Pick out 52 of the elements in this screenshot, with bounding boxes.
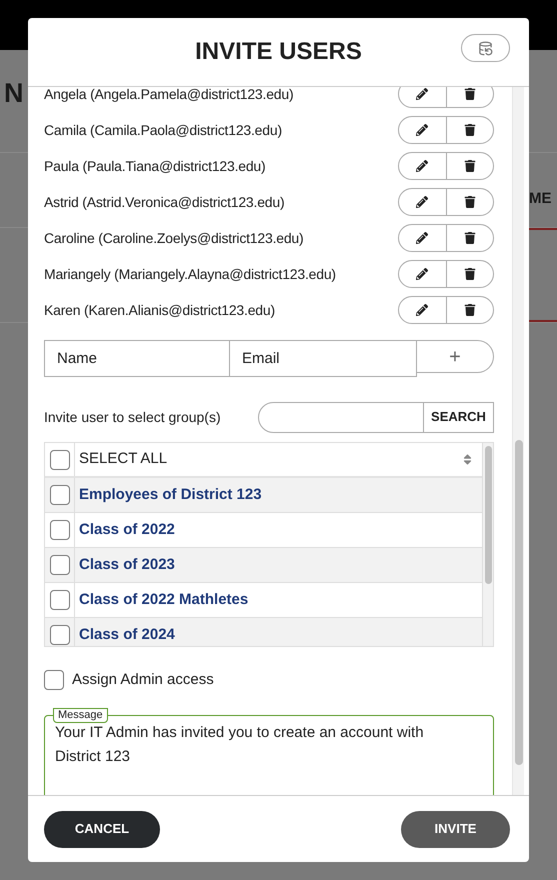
group-name[interactable]: Class of 2022 Mathletes bbox=[79, 588, 248, 612]
database-refresh-icon bbox=[478, 40, 493, 56]
admin-access-checkbox[interactable] bbox=[44, 670, 64, 690]
pencil-icon bbox=[416, 232, 428, 244]
pencil-icon bbox=[416, 88, 428, 100]
invitee-label: Mariangely (Mariangely.Alayna@district123.edu) bbox=[44, 264, 336, 284]
trash-icon bbox=[464, 232, 476, 244]
group-checkbox[interactable] bbox=[50, 590, 70, 610]
invitee-label: Angela (Angela.Pamela@district123.edu) bbox=[44, 87, 294, 104]
trash-icon bbox=[464, 88, 476, 100]
group-checkbox[interactable] bbox=[50, 485, 70, 505]
trash-icon bbox=[464, 160, 476, 172]
column-header-fragment: ME bbox=[529, 191, 552, 206]
invite-button[interactable]: INVITE bbox=[401, 810, 510, 848]
pencil-icon bbox=[416, 304, 428, 316]
trash-icon bbox=[464, 124, 476, 136]
invitee-label: Karen (Karen.Alianis@district123.edu) bbox=[44, 300, 275, 320]
name-field[interactable]: Name bbox=[44, 340, 230, 377]
group-name[interactable]: Class of 2024 bbox=[79, 624, 175, 646]
group-name[interactable]: Class of 2022 bbox=[79, 518, 175, 542]
cancel-button[interactable]: CANCEL bbox=[44, 810, 160, 848]
group-search-field[interactable]: SEARCH bbox=[258, 402, 494, 432]
trash-icon bbox=[464, 304, 476, 316]
select-all-checkbox[interactable] bbox=[50, 450, 70, 470]
pencil-icon bbox=[416, 268, 428, 280]
groups-label: Invite user to select group(s) bbox=[44, 408, 221, 427]
page-heading-fragment: N bbox=[4, 80, 24, 107]
sort-icon[interactable] bbox=[461, 453, 474, 466]
list-scrollbar-thumb[interactable] bbox=[484, 446, 492, 584]
search-button[interactable]: SEARCH bbox=[423, 402, 493, 432]
group-checkbox[interactable] bbox=[50, 520, 70, 540]
select-all-label: SELECT ALL bbox=[79, 449, 168, 470]
trash-icon bbox=[464, 196, 476, 208]
dialog-title: INVITE USERS bbox=[195, 37, 362, 67]
pencil-icon bbox=[416, 196, 428, 208]
add-button[interactable]: + bbox=[417, 340, 494, 373]
pencil-icon bbox=[416, 160, 428, 172]
invitee-label: Camila (Camila.Paola@district123.edu) bbox=[44, 120, 282, 140]
group-name[interactable]: Class of 2023 bbox=[79, 554, 175, 576]
message-label: Message bbox=[53, 708, 108, 723]
email-field[interactable]: Email bbox=[230, 340, 417, 377]
dialog-scrollbar-thumb[interactable] bbox=[514, 440, 522, 765]
group-checkbox[interactable] bbox=[50, 555, 70, 575]
message-text: Your IT Admin has invited you to create an account with District 123 bbox=[55, 723, 425, 767]
invitee-label: Paula (Paula.Tiana@district123.edu) bbox=[44, 156, 266, 176]
invitee-label: Caroline (Caroline.Zoelys@district123.edu) bbox=[44, 228, 304, 248]
admin-access-label: Assign Admin access bbox=[72, 670, 214, 690]
sync-button[interactable] bbox=[461, 34, 510, 62]
trash-icon bbox=[464, 268, 476, 280]
invitee-label: Astrid (Astrid.Veronica@district123.edu) bbox=[44, 192, 284, 212]
group-checkbox[interactable] bbox=[50, 625, 70, 645]
pencil-icon bbox=[416, 124, 428, 136]
